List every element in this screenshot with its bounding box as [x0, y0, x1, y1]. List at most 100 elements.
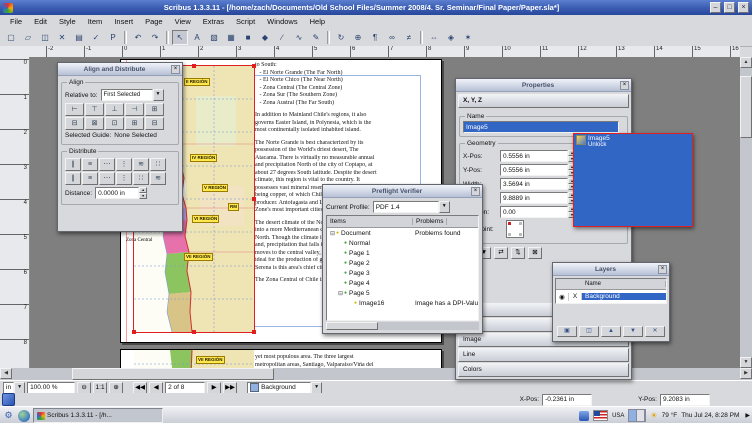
zoom-tool-button[interactable]: ⊕: [350, 30, 366, 45]
close-icon[interactable]: ×: [658, 265, 667, 274]
table-tool-button[interactable]: ▦: [223, 30, 239, 45]
preflight-row[interactable]: ● Page 1: [327, 248, 478, 258]
rotation-spinbox[interactable]: 0.00 ▲▼: [500, 206, 576, 218]
save-as-pdf-button[interactable]: P: [105, 30, 121, 45]
unlink-text-frames-button[interactable]: ≠: [401, 30, 417, 45]
align-button[interactable]: ⊞: [145, 103, 164, 116]
preflight-verifier-button[interactable]: ✓: [88, 30, 104, 45]
bezier-tool-button[interactable]: ∿: [291, 30, 307, 45]
separator[interactable]: [420, 31, 423, 44]
image-frame-tool-button[interactable]: ▧: [206, 30, 222, 45]
spin-down-icon[interactable]: ▼: [139, 193, 147, 199]
minimize-icon[interactable]: –: [710, 2, 721, 13]
menu-item[interactable]: Edit: [28, 16, 53, 27]
layer-row[interactable]: ◉ X Background: [556, 290, 666, 303]
resize-handle[interactable]: [252, 330, 256, 334]
k-menu-icon[interactable]: ⚙: [2, 409, 15, 422]
freehand-tool-button[interactable]: ✎: [308, 30, 324, 45]
close-icon[interactable]: ×: [471, 187, 480, 196]
select-tool-button[interactable]: ↖: [172, 30, 188, 45]
flip-horizontal-button[interactable]: ⇄: [494, 247, 508, 259]
list-horizontal-scrollbar[interactable]: [326, 322, 479, 330]
tray-applet-icon[interactable]: [579, 411, 589, 421]
properties-section-tab[interactable]: Colors: [458, 363, 629, 377]
raise-layer-button[interactable]: ▲: [601, 326, 621, 337]
page-2[interactable]: VII REGIÓN yet most populous area. The t…: [120, 349, 442, 368]
shape-tool-button[interactable]: ■: [240, 30, 256, 45]
close-icon[interactable]: ×: [738, 2, 749, 13]
scroll-down-icon[interactable]: ▼: [740, 357, 752, 368]
eyedropper-tool-button[interactable]: ✶: [460, 30, 476, 45]
preflight-results-list[interactable]: Items Problems ⊟ ● Document Problems fou…: [326, 215, 479, 321]
undo-button[interactable]: ↶ Undo: [577, 209, 632, 222]
menu-item[interactable]: Script: [230, 16, 261, 27]
menu-item[interactable]: Insert: [108, 16, 139, 27]
resize-handle[interactable]: [132, 330, 136, 334]
preflight-row[interactable]: ● Page 4: [327, 278, 478, 288]
preflight-row[interactable]: ● Normal: [327, 238, 478, 248]
polygon-tool-button[interactable]: ◆: [257, 30, 273, 45]
distribute-button[interactable]: ∥: [65, 158, 81, 171]
properties-section-tab[interactable]: Line: [458, 348, 629, 362]
menu-item[interactable]: Page: [139, 16, 169, 27]
line-tool-button[interactable]: ∕: [274, 30, 290, 45]
history-item[interactable]: Initial State: [578, 163, 688, 175]
align-button[interactable]: ⊢: [65, 103, 84, 116]
lock-object-button[interactable]: ⊠: [528, 247, 542, 259]
rotate-tool-button[interactable]: ↻: [333, 30, 349, 45]
menu-item[interactable]: Extras: [197, 16, 230, 27]
align-button[interactable]: ⊞: [125, 117, 144, 130]
preflight-row[interactable]: ● Image16 Image has a DPI-Value les: [327, 298, 478, 308]
geometry-spinbox[interactable]: 9.8889 in ▲▼: [500, 192, 576, 204]
duplicate-layer-button[interactable]: ◫: [579, 326, 599, 337]
menu-item[interactable]: Windows: [261, 16, 303, 27]
distance-spinbox[interactable]: 0.0000 in ▲▼: [95, 187, 147, 199]
flip-vertical-button[interactable]: ⇅: [511, 247, 525, 259]
layer-combo[interactable]: Background ▼: [247, 382, 322, 394]
geometry-spinbox[interactable]: 0.5556 in ▲▼: [500, 164, 576, 176]
resize-handle[interactable]: [252, 64, 256, 68]
new-file-button[interactable]: ▢: [3, 30, 19, 45]
delete-layer-button[interactable]: ✕: [645, 326, 665, 337]
close-file-button[interactable]: ✕: [54, 30, 70, 45]
menu-item[interactable]: Item: [82, 16, 109, 27]
vertical-ruler[interactable]: 012345678: [0, 57, 30, 368]
distribute-button[interactable]: ≡: [82, 172, 98, 185]
lower-layer-button[interactable]: ▼: [623, 326, 643, 337]
layer-name[interactable]: Background: [582, 293, 666, 300]
distribute-button[interactable]: ∷: [150, 158, 166, 171]
distribute-button[interactable]: ⋮: [116, 172, 132, 185]
distribute-button[interactable]: ⋯: [99, 158, 115, 171]
menu-item[interactable]: File: [4, 16, 28, 27]
show-selected-checkbox[interactable]: ✓: [577, 150, 586, 159]
maximize-icon[interactable]: □: [724, 2, 735, 13]
text-frame[interactable]: yet most populous area. The three larges…: [255, 354, 437, 368]
name-input[interactable]: Image5: [463, 121, 619, 133]
menu-item[interactable]: View: [169, 16, 197, 27]
text-frame-tool-button[interactable]: A: [189, 30, 205, 45]
new-layer-button[interactable]: ▣: [557, 326, 577, 337]
save-file-button[interactable]: ◫: [37, 30, 53, 45]
align-button[interactable]: ⊥: [105, 103, 124, 116]
redo-button[interactable]: Redo ↷: [635, 209, 690, 222]
close-icon[interactable]: ×: [620, 81, 629, 90]
resize-handle[interactable]: [192, 330, 196, 334]
vertical-scrollbar[interactable]: ▲ ▼: [740, 57, 752, 368]
distribute-button[interactable]: ∷: [133, 172, 149, 185]
preflight-row[interactable]: ⊟ ● Document Problems found: [327, 228, 478, 238]
resize-handle[interactable]: [192, 64, 196, 68]
align-button[interactable]: ⊟: [145, 117, 164, 130]
layer-visible-icon[interactable]: ◉: [556, 293, 569, 301]
preflight-row[interactable]: ⊟ ● Page 5: [327, 288, 478, 298]
align-button[interactable]: ⊟: [65, 117, 84, 130]
panel-hide-icon[interactable]: ▶: [745, 412, 750, 419]
close-icon[interactable]: ×: [171, 65, 180, 74]
history-list[interactable]: Initial State Image5Unlock: [577, 162, 689, 206]
expander-icon[interactable]: ⊟: [329, 230, 336, 237]
distribute-button[interactable]: ∥: [65, 172, 81, 185]
copy-properties-button[interactable]: ◈: [443, 30, 459, 45]
chile-map-image-continued[interactable]: VII REGIÓN: [134, 350, 254, 368]
measure-tool-button[interactable]: ⇔: [426, 30, 442, 45]
link-text-frames-button[interactable]: ∞: [384, 30, 400, 45]
keyboard-layout-flag-icon[interactable]: [593, 410, 608, 421]
